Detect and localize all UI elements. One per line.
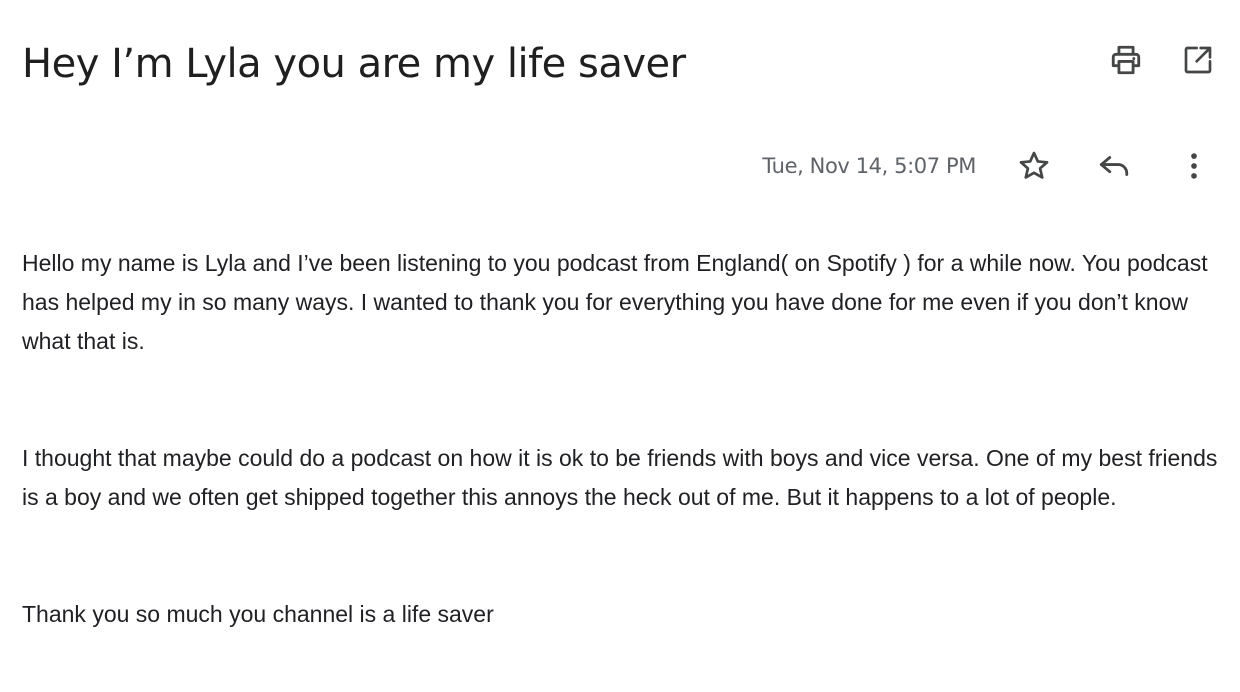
body-paragraph: I thought that maybe could do a podcast … (22, 445, 1218, 510)
reply-icon (1099, 156, 1129, 176)
message-meta: Tue, Nov 14, 5:07 PM (762, 148, 1212, 184)
message-date: Tue, Nov 14, 5:07 PM (762, 154, 976, 178)
star-button[interactable] (1016, 148, 1052, 184)
body-paragraph: Hello my name is Lyla and I’ve been list… (22, 250, 1208, 354)
email-body: Hello my name is Lyla and I’ve been list… (22, 244, 1220, 634)
more-vertical-icon (1191, 153, 1197, 179)
header-actions (1108, 42, 1216, 78)
printer-icon (1111, 45, 1141, 75)
open-in-new-icon (1184, 46, 1212, 74)
reply-button[interactable] (1096, 148, 1132, 184)
star-icon (1019, 151, 1049, 179)
open-in-new-window-button[interactable] (1180, 42, 1216, 78)
more-options-button[interactable] (1176, 148, 1212, 184)
print-button[interactable] (1108, 42, 1144, 78)
body-paragraph: Thank you so much you channel is a life … (22, 601, 494, 627)
email-subject: Hey I’m Lyla you are my life saver (22, 41, 686, 87)
